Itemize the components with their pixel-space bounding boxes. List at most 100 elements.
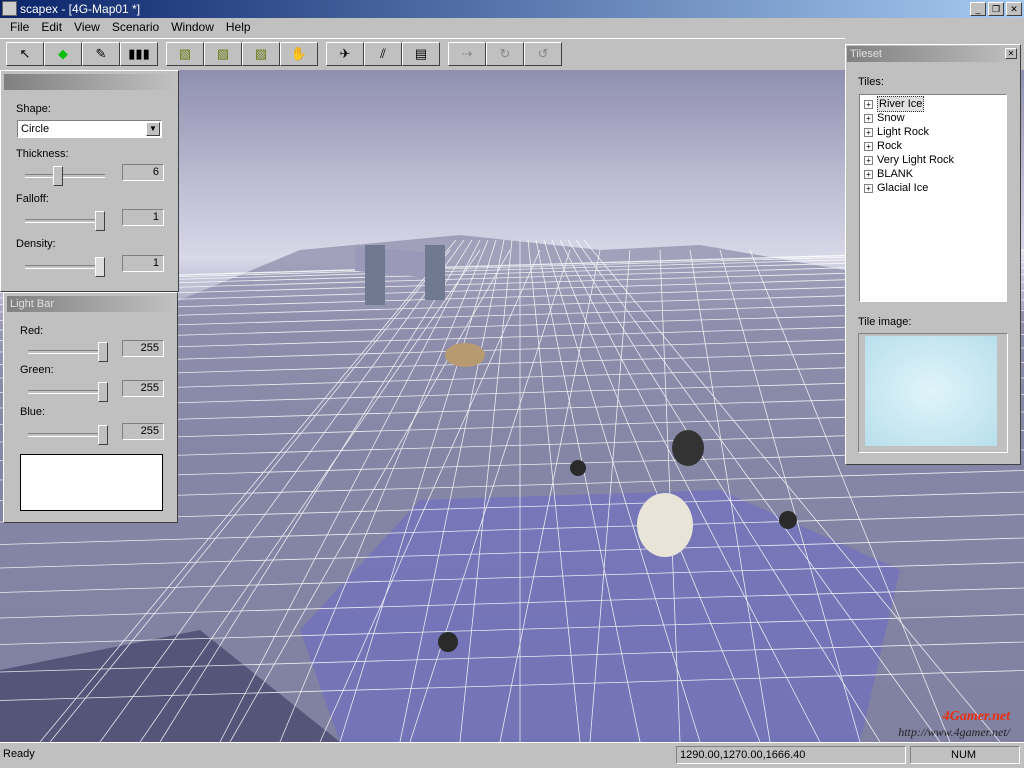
tile-label: BLANK [877,168,914,180]
lines-icon: ⫽ [380,46,386,61]
color-bars-icon: ▮▮▮ [128,46,150,61]
brush-panel-titlebar[interactable] [4,74,175,90]
expand-icon[interactable]: + [864,183,873,193]
terrain-lower-button[interactable]: ▧ [204,42,242,66]
tile-image-label: Tile image: [858,316,912,328]
menu-edit[interactable]: Edit [35,18,68,37]
thickness-slider[interactable] [25,166,105,186]
shape-label: Shape: [16,103,51,115]
arrow-select-icon: ↖ [19,46,31,61]
terrain-water-button[interactable]: ▨ [242,42,280,66]
tile-label: Light Rock [877,126,929,138]
lines-button[interactable]: ⫽ [364,42,402,66]
blue-label: Blue: [20,406,46,418]
falloff-slider[interactable] [25,211,105,231]
terrain-lower-icon: ▧ [216,46,230,61]
restore-button[interactable]: ❐ [988,2,1004,16]
brush-icon: ✎ [95,46,107,61]
red-slider[interactable] [28,342,108,362]
slider-thumb[interactable] [98,425,108,445]
chevron-down-icon[interactable]: ▼ [146,122,160,136]
tile-item[interactable]: + Rock [864,139,1002,153]
terrain-raise-button[interactable]: ▧ [166,42,204,66]
red-label: Red: [20,325,44,337]
status-bar: Ready 1290.00,1270.00,1666.40 NUM [0,742,1024,768]
menu-help[interactable]: Help [220,18,257,37]
toolbar-separator [440,42,448,66]
menu-window[interactable]: Window [165,18,220,37]
menu-scenario[interactable]: Scenario [106,18,165,37]
expand-icon[interactable]: + [864,127,873,137]
tile-item[interactable]: + BLANK [864,167,1002,181]
slider-thumb[interactable] [95,257,105,277]
app-icon [2,1,17,16]
blue-slider[interactable] [28,425,108,445]
color-bars-button[interactable]: ▮▮▮ [120,42,158,66]
close-icon[interactable]: ✕ [1005,48,1017,59]
tile-label: Glacial Ice [877,182,929,194]
falloff-value[interactable]: 1 [122,209,164,226]
tile-item[interactable]: + Light Rock [864,125,1002,139]
path-button[interactable]: ⇢ [448,42,486,66]
green-value[interactable]: 255 [122,380,164,397]
expand-icon[interactable]: + [864,155,873,165]
expand-icon[interactable]: + [864,141,873,151]
rotate-ccw-button[interactable]: ↺ [524,42,562,66]
tiles-tree[interactable]: + River Ice + Snow + Light Rock + Rock + Very Lig… [859,94,1007,302]
green-point-icon: ◆ [58,46,68,61]
light-bar-title[interactable]: Light Bar [7,296,174,312]
minimize-button[interactable]: _ [970,2,986,16]
num-indicator: NUM [910,746,1020,764]
coords-readout: 1290.00,1270.00,1666.40 [676,746,906,764]
arrow-select-button[interactable]: ↖ [6,42,44,66]
rotate-cw-button[interactable]: ↻ [486,42,524,66]
tile-item[interactable]: + Snow [864,111,1002,125]
object-button[interactable]: ✈ [326,42,364,66]
tileset-title-text: Tileset [850,48,882,60]
slider-thumb[interactable] [53,166,63,186]
tileset-title[interactable]: Tileset ✕ [847,46,1019,62]
color-preview [20,454,163,511]
green-slider[interactable] [28,382,108,402]
menu-view[interactable]: View [68,18,106,37]
slider-thumb[interactable] [98,382,108,402]
tile-item[interactable]: + Glacial Ice [864,181,1002,195]
green-label: Green: [20,364,54,376]
expand-icon[interactable]: + [864,99,873,109]
brush-button[interactable]: ✎ [82,42,120,66]
blue-value[interactable]: 255 [122,423,164,440]
red-value[interactable]: 255 [122,340,164,357]
title-bar: scapex - [4G-Map01 *] _ ❐ ✕ [0,0,1024,18]
toolbar-separator [158,42,166,66]
brush-panel: Shape: Circle ▼ Thickness: 6 Falloff: 1 D… [0,70,179,292]
slider-thumb[interactable] [98,342,108,362]
hand-place-icon: ✋ [290,46,308,61]
density-value[interactable]: 1 [122,255,164,272]
menu-file[interactable]: File [4,18,35,37]
hand-place-button[interactable]: ✋ [280,42,318,66]
tile-label: Rock [877,140,903,152]
density-slider[interactable] [25,257,105,277]
expand-icon[interactable]: + [864,169,873,179]
properties-icon: ▤ [414,46,428,61]
object-icon: ✈ [339,46,351,61]
expand-icon[interactable]: + [864,113,873,123]
tile-item[interactable]: + Very Light Rock [864,153,1002,167]
properties-button[interactable]: ▤ [402,42,440,66]
thickness-value[interactable]: 6 [122,164,164,181]
close-button[interactable]: ✕ [1006,2,1022,16]
window-title: scapex - [4G-Map01 *] [20,2,141,16]
falloff-label: Falloff: [16,193,49,205]
status-text: Ready [3,748,35,760]
shape-select[interactable]: Circle ▼ [17,120,162,138]
tile-image [865,336,997,446]
tile-item[interactable]: + River Ice [864,96,1002,112]
light-bar-panel: Light Bar Red: 255 Green: 255 Blue: 255 [3,292,178,523]
menu-bar: File Edit View Scenario Window Help [0,18,1024,37]
rotate-cw-icon: ↻ [499,46,511,61]
thickness-label: Thickness: [16,148,69,160]
density-label: Density: [16,238,56,250]
slider-thumb[interactable] [95,211,105,231]
green-point-button[interactable]: ◆ [44,42,82,66]
toolbar-separator [318,42,326,66]
